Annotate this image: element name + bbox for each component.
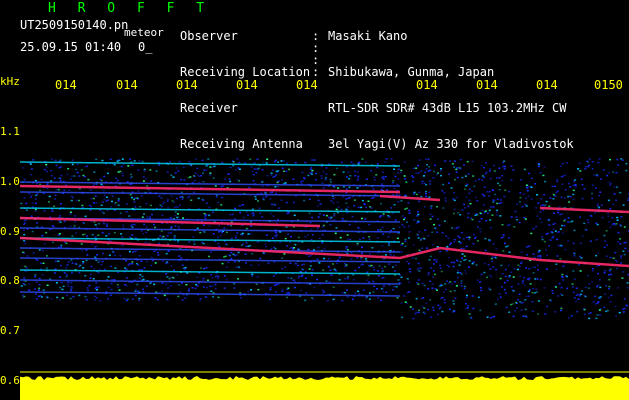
meta-label-observer: Observer [180, 29, 238, 43]
time-tick: 014 [116, 78, 138, 92]
time-tick: 014 [296, 78, 318, 92]
y-tick: 0.6 [0, 374, 20, 387]
mode-label: meteor [124, 26, 164, 39]
y-tick: 1.1 [0, 125, 20, 138]
spectrogram [20, 158, 629, 320]
y-tick: 1.0 [0, 175, 20, 188]
meta-value-observer: Masaki Kano [328, 29, 408, 43]
y-axis-unit: kHz [0, 75, 20, 88]
meta-value-location: Shibukawa, Gunma, Japan [328, 65, 495, 79]
datetime: 25.09.15 01:40 [20, 40, 122, 54]
time-tick: 014 [476, 78, 498, 92]
y-tick: 0.8 [0, 274, 20, 287]
signal-level-strip [20, 371, 629, 400]
time-tick: 014 [55, 78, 77, 92]
time-tick: 014 [236, 78, 258, 92]
time-axis: 014 014 014 014 014 014 014 014 0150 [0, 78, 629, 94]
time-tick: 0150 [594, 78, 623, 92]
time-tick: 014 [176, 78, 198, 92]
small-value: 0_ [138, 40, 153, 54]
y-tick: 0.9 [0, 225, 20, 238]
y-tick: 0.7 [0, 324, 20, 337]
meta-label-location: Receiving Location [180, 65, 311, 79]
time-tick: 014 [416, 78, 438, 92]
time-tick: 014 [536, 78, 558, 92]
signal-level-fill [20, 376, 629, 400]
file-name: UT2509150140.pn [20, 18, 129, 32]
